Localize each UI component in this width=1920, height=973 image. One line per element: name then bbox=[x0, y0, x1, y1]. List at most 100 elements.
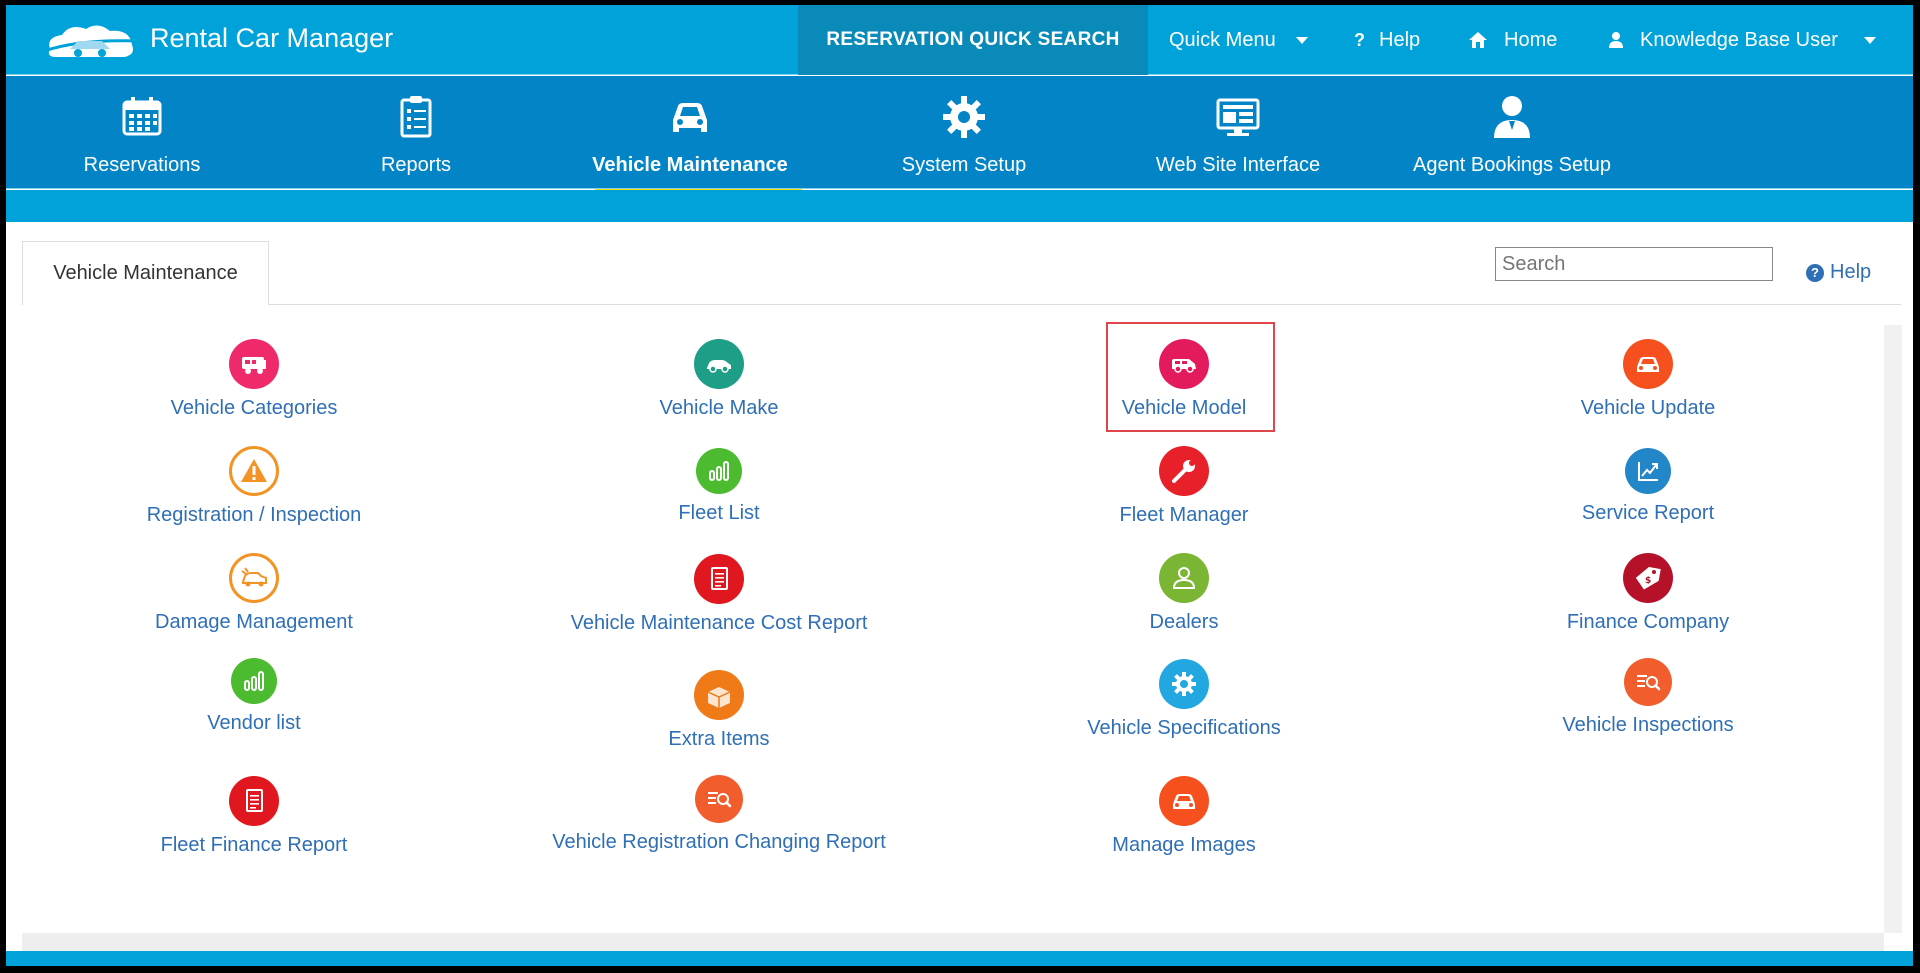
menu-item-vendor-list[interactable]: Vendor list bbox=[34, 658, 474, 735]
nav-label: Reports bbox=[380, 154, 452, 176]
nav-web-site-interface[interactable]: Web Site Interface bbox=[1113, 94, 1363, 184]
menu-item-label: Vehicle Categories bbox=[170, 397, 338, 419]
menu-item-vehicle-specifications[interactable]: Vehicle Specifications bbox=[964, 659, 1404, 740]
tab-vehicle-maintenance[interactable]: Vehicle Maintenance bbox=[22, 241, 269, 305]
box-icon bbox=[694, 670, 744, 720]
nav-vehicle-maintenance[interactable]: Vehicle Maintenance bbox=[565, 94, 815, 192]
search-input[interactable] bbox=[1495, 247, 1773, 281]
help-top-link[interactable]: ? Help bbox=[1354, 5, 1420, 75]
monitor-icon bbox=[1216, 98, 1260, 136]
menu-item-label: Fleet Manager bbox=[1119, 504, 1249, 526]
search-list-icon bbox=[695, 775, 743, 823]
menu-item-vehicle-maintenance-cost-report[interactable]: Vehicle Maintenance Cost Report bbox=[499, 554, 939, 635]
car-crash-icon bbox=[229, 553, 279, 603]
cloud-car-logo-icon[interactable] bbox=[40, 19, 140, 63]
car-front-icon bbox=[1623, 339, 1673, 389]
nav-divider-strip bbox=[6, 190, 1913, 222]
app-title[interactable]: Rental Car Manager bbox=[150, 23, 393, 54]
menu-item-vehicle-make[interactable]: Vehicle Make bbox=[499, 339, 939, 420]
menu-item-dealers[interactable]: Dealers bbox=[964, 553, 1404, 634]
menu-item-label: Manage Images bbox=[1112, 834, 1256, 856]
top-bar: Rental Car Manager RESERVATION QUICK SEA… bbox=[6, 5, 1913, 75]
chevron-down-icon bbox=[1863, 36, 1876, 44]
menu-item-label: Vehicle Registration Changing Report bbox=[552, 831, 886, 853]
chevron-down-icon bbox=[1295, 36, 1308, 44]
main-nav: Reservations Reports Vehicle Maintenance bbox=[6, 76, 1913, 192]
nav-agent-bookings-setup[interactable]: Agent Bookings Setup bbox=[1387, 94, 1637, 184]
panel-footer bbox=[22, 933, 1884, 951]
menu-item-fleet-manager[interactable]: Fleet Manager bbox=[964, 446, 1404, 527]
menu-item-extra-items[interactable]: Extra Items bbox=[499, 670, 939, 751]
person-icon bbox=[1159, 553, 1209, 603]
menu-item-label: Vehicle Inspections bbox=[1562, 714, 1734, 736]
car-icon bbox=[673, 103, 707, 132]
svg-text:$: $ bbox=[1645, 576, 1651, 586]
wrench-icon bbox=[1159, 446, 1209, 496]
menu-item-label: Vehicle Make bbox=[659, 397, 779, 419]
home-label: Home bbox=[1504, 28, 1558, 51]
user-name: Knowledge Base User bbox=[1640, 28, 1838, 51]
user-menu-dropdown[interactable]: Knowledge Base User bbox=[1608, 5, 1876, 75]
trend-chart-icon bbox=[1625, 448, 1671, 494]
user-icon bbox=[1609, 32, 1623, 48]
gear-icon bbox=[1159, 659, 1209, 709]
nav-label: Reservations bbox=[83, 154, 201, 176]
menu-item-vehicle-update[interactable]: Vehicle Update bbox=[1428, 339, 1868, 420]
search-list-icon bbox=[1624, 658, 1672, 706]
bar-chart-icon bbox=[231, 658, 277, 704]
tag-icon: $ bbox=[1623, 553, 1673, 603]
menu-item-label: Fleet List bbox=[678, 502, 760, 524]
menu-item-label: Finance Company bbox=[1566, 611, 1730, 633]
clipboard-icon bbox=[400, 96, 432, 138]
menu-item-label: Vehicle Specifications bbox=[1087, 717, 1281, 739]
menu-item-service-report[interactable]: Service Report bbox=[1428, 448, 1868, 525]
menu-item-damage-management[interactable]: Damage Management bbox=[34, 553, 474, 634]
question-mark-icon: ? bbox=[1354, 29, 1365, 50]
highlight-box bbox=[1106, 322, 1275, 432]
nav-label: Agent Bookings Setup bbox=[1413, 154, 1611, 176]
app-frame: Rental Car Manager RESERVATION QUICK SEA… bbox=[6, 5, 1913, 966]
menu-item-label: Fleet Finance Report bbox=[160, 834, 348, 856]
agent-icon bbox=[1494, 96, 1530, 138]
bar-chart-icon bbox=[696, 448, 742, 494]
car-icon bbox=[694, 339, 744, 389]
menu-item-manage-images[interactable]: Manage Images bbox=[964, 776, 1404, 857]
menu-item-label: Extra Items bbox=[668, 728, 770, 750]
warning-icon bbox=[229, 446, 279, 496]
menu-item-label: Service Report bbox=[1581, 502, 1715, 524]
nav-reports[interactable]: Reports bbox=[291, 94, 541, 184]
menu-item-label: Registration / Inspection bbox=[146, 504, 362, 526]
gear-icon bbox=[943, 96, 985, 138]
home-icon bbox=[1469, 32, 1487, 48]
tab-divider bbox=[269, 304, 1901, 305]
quick-menu-dropdown[interactable]: Quick Menu bbox=[1169, 5, 1308, 75]
help-label: Help bbox=[1830, 261, 1872, 283]
menu-item-registration-inspection[interactable]: Registration / Inspection bbox=[34, 446, 474, 527]
menu-item-finance-company[interactable]: $ Finance Company bbox=[1428, 553, 1868, 634]
menu-item-label: Vehicle Update bbox=[1580, 397, 1716, 419]
reservation-quick-search-button[interactable]: RESERVATION QUICK SEARCH bbox=[798, 5, 1148, 75]
help-circle-icon: ? bbox=[1806, 263, 1824, 282]
nav-label: System Setup bbox=[901, 154, 1027, 176]
nav-reservations[interactable]: Reservations bbox=[17, 94, 267, 184]
menu-item-label: Damage Management bbox=[155, 611, 353, 633]
calendar-icon bbox=[122, 97, 162, 136]
home-link[interactable]: Home bbox=[1468, 5, 1557, 75]
rv-icon bbox=[229, 339, 279, 389]
scrollbar[interactable] bbox=[1884, 325, 1902, 933]
document-icon bbox=[694, 554, 744, 604]
nav-system-setup[interactable]: System Setup bbox=[839, 94, 1089, 184]
page-footer-strip bbox=[6, 951, 1913, 966]
menu-item-vehicle-registration-changing-report[interactable]: Vehicle Registration Changing Report bbox=[499, 775, 939, 854]
help-link[interactable]: ? Help bbox=[1806, 261, 1871, 284]
nav-label: Web Site Interface bbox=[1155, 154, 1321, 176]
menu-item-fleet-list[interactable]: Fleet List bbox=[499, 448, 939, 525]
menu-item-fleet-finance-report[interactable]: Fleet Finance Report bbox=[34, 776, 474, 857]
menu-item-vehicle-inspections[interactable]: Vehicle Inspections bbox=[1428, 658, 1868, 737]
menu-item-label: Vehicle Maintenance Cost Report bbox=[570, 612, 868, 634]
menu-item-label: Vendor list bbox=[207, 712, 301, 734]
menu-item-label: Dealers bbox=[1149, 611, 1219, 633]
help-top-label: Help bbox=[1379, 28, 1421, 51]
quick-menu-label: Quick Menu bbox=[1169, 28, 1276, 51]
menu-item-vehicle-categories[interactable]: Vehicle Categories bbox=[34, 339, 474, 420]
